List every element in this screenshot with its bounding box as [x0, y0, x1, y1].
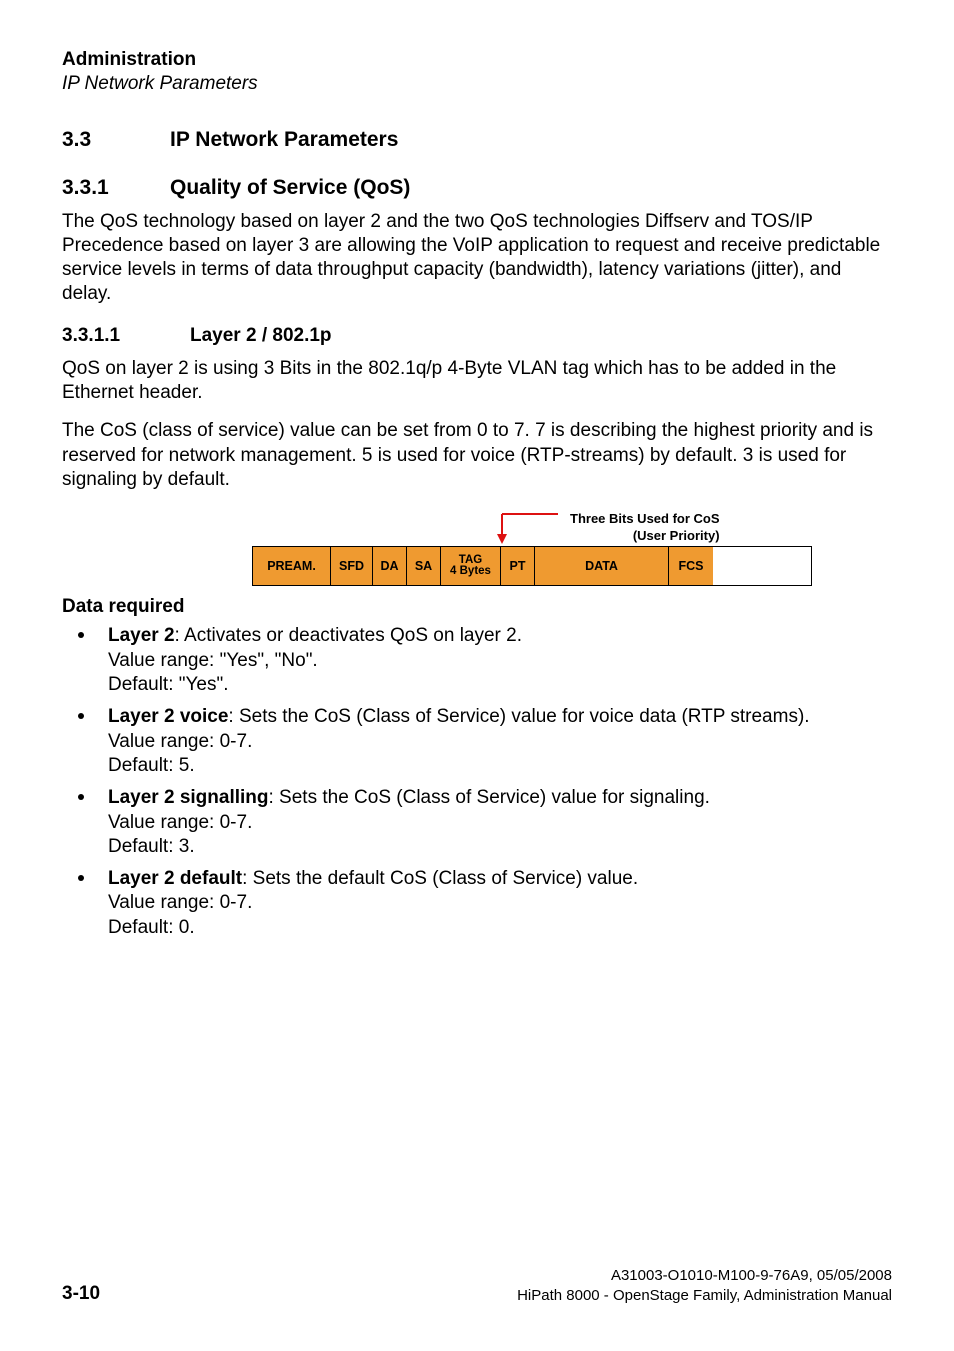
cos-callout-text: Three Bits Used for CoS (User Priority) — [570, 512, 720, 546]
bullet-list: Layer 2: Activates or deactivates QoS on… — [62, 624, 892, 940]
heading-number: 3.3.1 — [62, 176, 170, 200]
callout-arrow-icon — [492, 506, 562, 546]
heading-3.3.1: 3.3.1 Quality of Service (QoS) — [62, 176, 892, 200]
bullet-default: Default: 5. — [108, 755, 195, 776]
bullet-range: Value range: "Yes", "No". — [108, 650, 318, 671]
heading-title: Quality of Service (QoS) — [170, 176, 410, 200]
bullet-lead: Layer 2 voice — [108, 706, 228, 727]
heading-title: Layer 2 / 802.1p — [190, 325, 332, 347]
cell-tag-line2: 4 Bytes — [450, 566, 491, 578]
bullet-range: Value range: 0-7. — [108, 731, 252, 752]
bullet-rest: : Activates or deactivates QoS on layer … — [175, 625, 522, 646]
list-item: Layer 2 voice: Sets the CoS (Class of Se… — [62, 705, 892, 778]
list-item: Layer 2 signalling: Sets the CoS (Class … — [62, 786, 892, 859]
header-subsection-name: IP Network Parameters — [62, 72, 892, 96]
list-item: Layer 2: Activates or deactivates QoS on… — [62, 624, 892, 697]
data-required-label: Data required — [62, 596, 892, 618]
footer-doctitle: HiPath 8000 - OpenStage Family, Administ… — [517, 1286, 892, 1306]
paragraph-layer2-a: QoS on layer 2 is using 3 Bits in the 80… — [62, 357, 892, 406]
bullet-lead: Layer 2 signalling — [108, 787, 269, 808]
bullet-rest: : Sets the CoS (Class of Service) value … — [269, 787, 710, 808]
list-item: Layer 2 default: Sets the default CoS (C… — [62, 867, 892, 940]
heading-title: IP Network Parameters — [170, 128, 398, 152]
cell-fcs: FCS — [669, 547, 713, 585]
cell-pream: PREAM. — [253, 547, 331, 585]
cos-line1: Three Bits Used for CoS — [570, 512, 720, 527]
ethernet-frame-diagram: Three Bits Used for CoS (User Priority) … — [252, 506, 812, 586]
bullet-icon — [78, 632, 84, 638]
heading-3.3.1.1: 3.3.1.1 Layer 2 / 802.1p — [62, 325, 892, 347]
cell-data: DATA — [535, 547, 669, 585]
footer-docref: A31003-O1010-M100-9-76A9, 05/05/2008 — [517, 1266, 892, 1286]
bullet-lead: Layer 2 default — [108, 868, 242, 889]
bullet-default: Default: 0. — [108, 917, 195, 938]
bullet-icon — [78, 794, 84, 800]
ethernet-frame-cells: PREAM. SFD DA SA TAG 4 Bytes PT DATA FCS — [252, 546, 812, 586]
heading-3.3: 3.3 IP Network Parameters — [62, 128, 892, 152]
page: Administration IP Network Parameters 3.3… — [0, 0, 954, 1351]
footer-right-block: A31003-O1010-M100-9-76A9, 05/05/2008 HiP… — [517, 1266, 892, 1305]
bullet-rest: : Sets the CoS (Class of Service) value … — [228, 706, 809, 727]
cell-sfd: SFD — [331, 547, 373, 585]
header-section-name: Administration — [62, 48, 892, 72]
cell-tag: TAG 4 Bytes — [441, 547, 501, 585]
page-number: 3-10 — [62, 1283, 100, 1305]
page-footer: 3-10 A31003-O1010-M100-9-76A9, 05/05/200… — [62, 1266, 892, 1305]
bullet-default: Default: "Yes". — [108, 674, 229, 695]
heading-number: 3.3.1.1 — [62, 325, 190, 347]
bullet-default: Default: 3. — [108, 836, 195, 857]
cell-pt: PT — [501, 547, 535, 585]
bullet-icon — [78, 875, 84, 881]
cos-callout: Three Bits Used for CoS (User Priority) — [492, 506, 812, 546]
paragraph-layer2-b: The CoS (class of service) value can be … — [62, 419, 892, 492]
bullet-range: Value range: 0-7. — [108, 892, 252, 913]
paragraph-qos-intro: The QoS technology based on layer 2 and … — [62, 210, 892, 307]
cell-sa: SA — [407, 547, 441, 585]
heading-number: 3.3 — [62, 128, 170, 152]
page-header: Administration IP Network Parameters — [62, 48, 892, 96]
bullet-lead: Layer 2 — [108, 625, 175, 646]
bullet-icon — [78, 713, 84, 719]
bullet-range: Value range: 0-7. — [108, 812, 252, 833]
cos-line2: (User Priority) — [570, 529, 720, 544]
cell-da: DA — [373, 547, 407, 585]
bullet-rest: : Sets the default CoS (Class of Service… — [242, 868, 638, 889]
